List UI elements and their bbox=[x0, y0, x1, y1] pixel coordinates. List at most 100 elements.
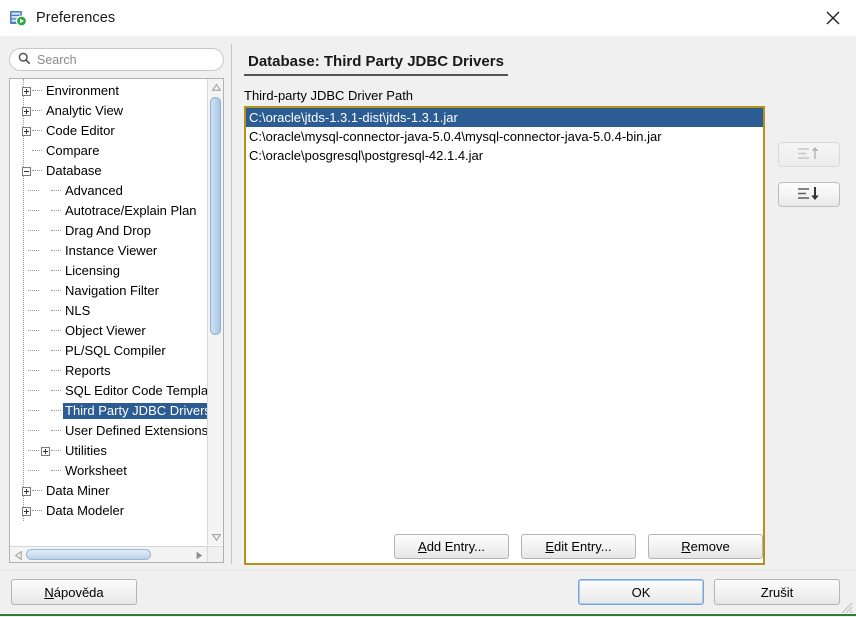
tree-item-label: Data Modeler bbox=[44, 503, 126, 519]
tree-item-environment[interactable]: Environment bbox=[10, 81, 207, 101]
tree-item-label: Data Miner bbox=[44, 483, 112, 499]
tree-elbow-icon bbox=[28, 281, 41, 301]
tree-expand-icon[interactable] bbox=[22, 87, 31, 96]
driver-path-list[interactable]: C:\oracle\jtds-1.3.1-dist\jtds-1.3.1.jar… bbox=[244, 106, 765, 565]
tree-item-user-defined-extensions[interactable]: User Defined Extensions bbox=[10, 421, 207, 441]
tree-leaf-icon bbox=[41, 287, 50, 296]
tree-elbow-icon bbox=[28, 421, 41, 441]
tree-elbow-icon bbox=[28, 241, 41, 261]
tree-leaf-icon bbox=[41, 387, 50, 396]
tree-item-analytic-view[interactable]: Analytic View bbox=[10, 101, 207, 121]
ok-label: OK bbox=[632, 585, 651, 600]
add-entry-button[interactable]: Add Entry... bbox=[394, 534, 509, 559]
panel-splitter[interactable] bbox=[231, 44, 234, 564]
tree-vertical-scrollbar[interactable] bbox=[207, 79, 223, 545]
tree-leaf-icon bbox=[41, 427, 50, 436]
edit-entry-button[interactable]: Edit Entry... bbox=[521, 534, 636, 559]
preferences-left-panel: EnvironmentAnalytic View Code Editor Compa… bbox=[9, 48, 224, 563]
tree-item-label: Autotrace/Explain Plan bbox=[63, 203, 199, 219]
move-up-button[interactable] bbox=[778, 142, 840, 167]
tree-elbow-icon bbox=[28, 221, 41, 241]
tree-item-database[interactable]: Database bbox=[10, 161, 207, 181]
tree-leaf-icon bbox=[41, 207, 50, 216]
help-button[interactable]: Nápověda bbox=[11, 579, 137, 605]
tree-elbow-icon bbox=[28, 261, 41, 281]
tree-item-label: SQL Editor Code Templates bbox=[63, 383, 207, 399]
tree-list: EnvironmentAnalytic View Code Editor Compa… bbox=[10, 79, 207, 521]
scroll-left-arrow-icon[interactable] bbox=[10, 547, 26, 563]
tree-item-reports[interactable]: Reports bbox=[10, 361, 207, 381]
tree-item-worksheet[interactable]: Worksheet bbox=[10, 461, 207, 481]
dialog-footer: Nápověda OK Zrušit bbox=[0, 570, 856, 616]
tree-item-third-party-jdbc-drivers[interactable]: Third Party JDBC Drivers bbox=[10, 401, 207, 421]
tree-item-autotrace-explain-plan[interactable]: Autotrace/Explain Plan bbox=[10, 201, 207, 221]
tree-connector bbox=[51, 470, 61, 472]
tree-item-instance-viewer[interactable]: Instance Viewer bbox=[10, 241, 207, 261]
tree-leaf-icon bbox=[41, 347, 50, 356]
driver-path-item[interactable]: C:\oracle\jtds-1.3.1-dist\jtds-1.3.1.jar bbox=[246, 108, 763, 127]
tree-connector bbox=[51, 210, 61, 212]
tree-item-object-viewer[interactable]: Object Viewer bbox=[10, 321, 207, 341]
tree-connector bbox=[32, 110, 42, 112]
tree-elbow-icon bbox=[28, 401, 41, 421]
tree-collapse-icon[interactable] bbox=[22, 167, 31, 176]
move-down-button[interactable] bbox=[778, 182, 840, 207]
tree-item-compare[interactable]: Compare bbox=[10, 141, 207, 161]
tree-connector bbox=[51, 390, 61, 392]
preferences-right-panel: Database: Third Party JDBC Drivers Third… bbox=[240, 36, 856, 570]
add-entry-mnemonic: A bbox=[418, 539, 427, 554]
tree-item-data-modeler[interactable]: Data Modeler bbox=[10, 501, 207, 521]
tree-expand-icon[interactable] bbox=[41, 447, 50, 456]
tree-connector bbox=[51, 310, 61, 312]
tree-expand-icon[interactable] bbox=[22, 487, 31, 496]
tree-item-label: Reports bbox=[63, 363, 113, 379]
tree-item-nls[interactable]: NLS bbox=[10, 301, 207, 321]
tree-item-utilities[interactable]: Utilities bbox=[10, 441, 207, 461]
page-title: Database: Third Party JDBC Drivers bbox=[244, 52, 508, 76]
tree-leaf-icon bbox=[41, 307, 50, 316]
tree-item-label: Licensing bbox=[63, 263, 122, 279]
tree-hscroll-thumb[interactable] bbox=[26, 549, 151, 560]
tree-item-label: User Defined Extensions bbox=[63, 423, 207, 439]
tree-connector bbox=[51, 250, 61, 252]
tree-expand-icon[interactable] bbox=[22, 107, 31, 116]
tree-item-data-miner[interactable]: Data Miner bbox=[10, 481, 207, 501]
driver-path-item[interactable]: C:\oracle\posgresql\postgresql-42.1.4.ja… bbox=[246, 146, 763, 165]
tree-item-licensing[interactable]: Licensing bbox=[10, 261, 207, 281]
tree-item-drag-and-drop[interactable]: Drag And Drop bbox=[10, 221, 207, 241]
scroll-right-arrow-icon[interactable] bbox=[191, 547, 207, 563]
scroll-up-arrow-icon[interactable] bbox=[208, 79, 224, 95]
tree-connector bbox=[51, 370, 61, 372]
tree-horizontal-scrollbar[interactable] bbox=[10, 546, 207, 562]
tree-leaf-icon bbox=[41, 227, 50, 236]
tree-item-sql-editor-code-templates[interactable]: SQL Editor Code Templates bbox=[10, 381, 207, 401]
search-input[interactable] bbox=[37, 53, 207, 67]
window-title: Preferences bbox=[36, 10, 115, 26]
tree-item-label: Database bbox=[44, 163, 104, 179]
add-entry-label: dd Entry... bbox=[427, 539, 485, 554]
ok-button[interactable]: OK bbox=[578, 579, 704, 605]
cancel-button[interactable]: Zrušit bbox=[714, 579, 840, 605]
close-icon[interactable] bbox=[810, 0, 856, 36]
scrollbar-corner bbox=[207, 546, 223, 562]
tree-item-pl-sql-compiler[interactable]: PL/SQL Compiler bbox=[10, 341, 207, 361]
tree-elbow-icon bbox=[28, 441, 41, 461]
tree-item-navigation-filter[interactable]: Navigation Filter bbox=[10, 281, 207, 301]
driver-path-item[interactable]: C:\oracle\mysql-connector-java-5.0.4\mys… bbox=[246, 127, 763, 146]
search-box[interactable] bbox=[9, 48, 224, 71]
tree-item-code-editor[interactable]: Code Editor bbox=[10, 121, 207, 141]
tree-item-label: Advanced bbox=[63, 183, 125, 199]
driver-path-label: Third-party JDBC Driver Path bbox=[244, 88, 413, 103]
tree-elbow-icon bbox=[28, 181, 41, 201]
tree-leaf-icon bbox=[41, 187, 50, 196]
tree-expand-icon[interactable] bbox=[22, 507, 31, 516]
remove-button[interactable]: Remove bbox=[648, 534, 763, 559]
scroll-down-arrow-icon[interactable] bbox=[208, 529, 224, 545]
tree-connector bbox=[51, 450, 61, 452]
tree-vscroll-thumb[interactable] bbox=[210, 97, 221, 335]
tree-expand-icon[interactable] bbox=[22, 127, 31, 136]
tree-item-label: Code Editor bbox=[44, 123, 117, 139]
tree-connector bbox=[32, 510, 42, 512]
tree-item-advanced[interactable]: Advanced bbox=[10, 181, 207, 201]
tree-leaf-icon bbox=[41, 467, 50, 476]
